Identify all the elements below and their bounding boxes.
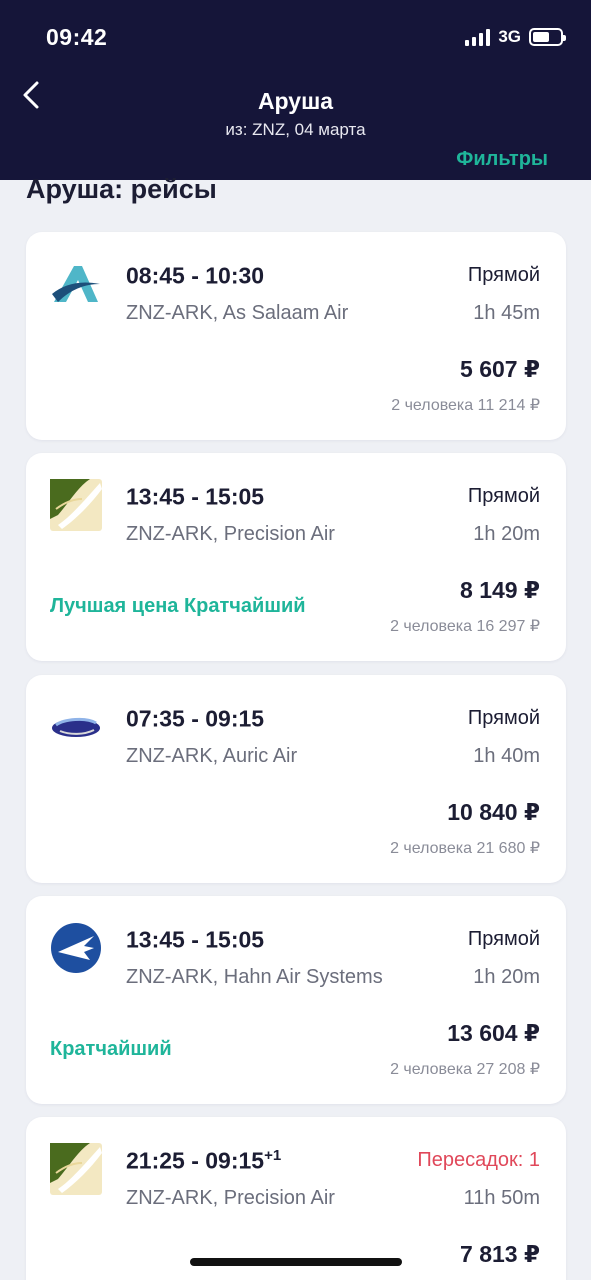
home-indicator[interactable] <box>190 1258 402 1266</box>
flight-badge: Кратчайший <box>50 1038 172 1060</box>
flight-total-price: 2 человека 21 680 ₽ <box>390 840 540 857</box>
day-offset: +1 <box>264 1147 282 1164</box>
flight-stops: Пересадок: 1 <box>417 1149 540 1171</box>
signal-icon <box>465 28 491 46</box>
precision-air-logo <box>50 1143 102 1195</box>
section-title: Аруша: рейсы <box>26 174 217 204</box>
flight-times: 08:45 - 10:30 <box>126 262 265 289</box>
flight-duration: 11h 50m <box>463 1187 540 1209</box>
flight-stops: Прямой <box>467 928 540 950</box>
precision-air-logo <box>50 479 102 531</box>
flight-times: 13:45 - 15:05 <box>126 483 265 510</box>
flight-card[interactable]: 21:25 - 09:15+1 ZNZ-ARK, Precision Air П… <box>26 1117 566 1280</box>
flight-route: ZNZ-ARK, Auric Air <box>126 745 298 767</box>
flight-total-price: 2 человека 11 214 ₽ <box>391 397 540 414</box>
status-time: 09:42 <box>46 24 108 50</box>
flight-badge: Лучшая цена Кратчайший <box>50 595 306 617</box>
as-salaam-air-logo <box>52 266 100 302</box>
flight-price: 13 604 ₽ <box>447 1020 540 1046</box>
flight-duration: 1h 20m <box>473 966 540 988</box>
flight-card[interactable]: 07:35 - 09:15 ZNZ-ARK, Auric Air Прямой … <box>26 675 566 883</box>
flight-route: ZNZ-ARK, Precision Air <box>126 523 335 545</box>
flight-times: 13:45 - 15:05 <box>126 926 265 953</box>
flight-stops: Прямой <box>467 707 540 729</box>
flight-stops: Прямой <box>467 264 540 286</box>
flight-card[interactable]: 08:45 - 10:30 ZNZ-ARK, As Salaam Air Пря… <box>26 232 566 440</box>
flight-route: ZNZ-ARK, Hahn Air Systems <box>126 966 383 988</box>
flight-times: 07:35 - 09:15 <box>126 705 265 732</box>
flight-route: ZNZ-ARK, Precision Air <box>126 1187 335 1209</box>
flight-duration: 1h 40m <box>473 745 540 767</box>
auric-air-logo <box>52 717 100 737</box>
flight-stops: Прямой <box>467 485 540 507</box>
filters-button[interactable]: Фильтры <box>456 148 548 171</box>
flight-price: 10 840 ₽ <box>447 799 540 825</box>
flight-card[interactable]: 13:45 - 15:05 ZNZ-ARK, Precision Air Пря… <box>26 453 566 661</box>
page-title: Аруша <box>257 88 334 114</box>
flight-duration: 1h 45m <box>473 302 540 324</box>
app-header: 09:42 3G Аруша из: ZNZ, 04 марта Фильтры <box>0 0 591 180</box>
hahn-air-logo <box>51 923 101 973</box>
status-icons: 3G <box>465 27 566 47</box>
flight-price: 5 607 ₽ <box>460 356 540 382</box>
flight-price: 8 149 ₽ <box>460 577 540 603</box>
network-type: 3G <box>498 27 521 46</box>
flight-times: 21:25 - 09:15+1 <box>126 1147 282 1174</box>
flight-duration: 1h 20m <box>473 523 540 545</box>
flight-price: 7 813 ₽ <box>460 1241 540 1267</box>
flight-card[interactable]: 13:45 - 15:05 ZNZ-ARK, Hahn Air Systems … <box>26 896 566 1104</box>
flight-total-price: 2 человека 16 297 ₽ <box>390 618 540 635</box>
flight-route: ZNZ-ARK, As Salaam Air <box>126 302 349 324</box>
page-subtitle: из: ZNZ, 04 марта <box>225 120 366 139</box>
flight-total-price: 2 человека 27 208 ₽ <box>390 1061 540 1078</box>
battery-icon <box>529 28 566 46</box>
